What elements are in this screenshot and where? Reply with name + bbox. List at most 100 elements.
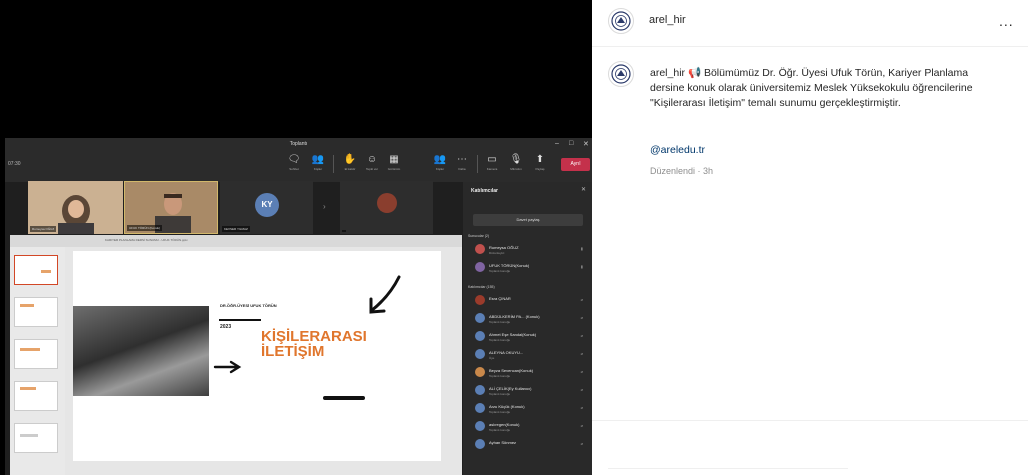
participant-row[interactable]: Beyza Sevencan(Konuk) Toplantı konuğu ⌀ [475,367,585,381]
toolbar-chat-button[interactable]: 🗨 Sohbet [287,154,301,171]
invite-button[interactable]: Davet paylaş [473,214,583,226]
toolbar-divider [477,155,478,173]
file-name: KARIYER PLANLAMA DERSİ SUNUMU - UFUK TÖR… [105,238,188,242]
slide-dash [323,396,365,400]
section-divider [592,420,1028,421]
minimize-button[interactable]: – [555,140,559,147]
chat-icon: 🗨 [287,154,301,165]
toolbar-camera-button[interactable]: ▭ Kamera [485,154,499,171]
participant-row[interactable]: Rumeysa OĞUZ Düzenleyici ▮ [475,244,585,258]
slide-title-line1: KİŞİLERARASI [261,328,367,345]
avatar[interactable] [608,61,634,87]
people-icon: 👥 [311,154,325,165]
teams-toolbar: Toplantı 07:30 – □ ✕ 🗨 Sohbet 👥 Kişiler ✋ E… [5,138,592,182]
mic-off-icon: ⌀ [580,297,583,302]
mention-link[interactable]: @areledu.tr [650,144,705,156]
mic-icon: 🎙 [509,154,523,165]
avatar [475,295,485,305]
slide-title: KİŞİLERARASI İLETİŞİM [261,329,367,359]
video-tile[interactable]: Rumeysa OĞUZ [28,181,123,234]
mic-off-icon: ⌀ [580,333,583,338]
section-header[interactable]: Sunucular (2) [468,234,489,238]
participant-row[interactable]: aslıregen(Konuk) Toplantı konuğu ⌀ [475,421,585,435]
participant-row[interactable]: ABDÜLKERİM PA... (Konuk) Toplantı konuğu… [475,313,585,327]
maximize-button[interactable]: □ [569,140,573,147]
slide-title-line2: İLETİŞİM [261,343,325,360]
more-options-icon[interactable]: ... [999,13,1014,29]
post-caption: arel_hir 📢 Bölümümüz Dr. Öğr. Üyesi Ufuk… [592,56,1028,186]
participant-row[interactable]: Ayhan Sönmez ⌀ [475,439,585,453]
slide-thumbnail[interactable] [14,255,58,285]
raise-hand-icon: ✋ [343,154,357,165]
panel-title: Katılımcılar [471,188,498,194]
university-logo-icon [611,64,631,84]
current-slide: DR.ÖĞR.ÜYESİ UFUK TÖRÜN 2023 KİŞİLERARAS… [73,251,441,461]
powerpoint-titlebar: KARIYER PLANLAMA DERSİ SUNUMU - UFUK TÖR… [10,235,462,247]
video-tile[interactable]: UFUK TÖRÜN (Konuk) [124,181,218,234]
toolbar-share-button[interactable]: ⬆ Paylaş [533,154,547,171]
close-window-button[interactable]: ✕ [583,140,589,148]
university-logo-icon [611,11,631,31]
tile-name: UFUK TÖRÜN (Konuk) [127,225,162,231]
participant-row[interactable]: UFUK TÖRÜN(Konuk) Toplantı konuğu ▮ [475,262,585,276]
avatar [475,331,485,341]
tile-name: Rumeysa OĞUZ [30,226,57,232]
avatar: KY [255,193,279,217]
megaphone-icon: 📢 [687,67,702,79]
edited-timestamp: Düzenlendi · 3h [650,166,714,176]
video-tile[interactable] [340,181,433,234]
slide-thumbnail[interactable] [14,339,58,369]
mic-off-icon: ⌀ [580,423,583,428]
meeting-timer: 07:30 [8,161,21,167]
post-username[interactable]: arel_hir [649,14,686,26]
avatar [475,367,485,377]
section-header[interactable]: Katılımcılar (155) [468,285,495,289]
leave-button[interactable]: Ayrıl [561,158,590,171]
post-header: arel_hir ... [592,0,1028,47]
toolbar-people-button[interactable]: 👥 Kişiler [311,154,325,171]
close-icon[interactable]: ✕ [581,186,586,193]
toolbar-mic-button[interactable]: 🎙 Mikrofon [509,154,523,171]
people-panel-icon: 👥 [433,154,447,165]
tile-name: KEVSER YILMAZ [222,226,250,232]
slide-photo [73,306,209,396]
tile-name [342,230,346,232]
slide-thumbnail[interactable] [14,297,58,327]
more-icon: ⋯ [457,154,467,165]
slide-author: DR.ÖĞR.ÜYESİ UFUK TÖRÜN [220,303,277,308]
avatar [475,421,485,431]
post-media: Toplantı 07:30 – □ ✕ 🗨 Sohbet 👥 Kişiler ✋ E… [0,0,592,475]
participant-row[interactable]: Esra ÇINAR ⌀ [475,295,585,309]
video-tile[interactable]: KY KEVSER YILMAZ [220,181,313,234]
avatar [475,439,485,449]
slide-year: 2023 [220,324,232,330]
chevron-right-icon[interactable]: › [323,202,326,211]
mic-off-icon: ⌀ [580,351,583,356]
mic-off-icon: ⌀ [580,387,583,392]
toolbar-react-button[interactable]: ☺ Tepki ver [365,154,379,171]
avatar [377,193,397,213]
mic-icon: ▮ [580,264,583,269]
participant-row[interactable]: Arzu Küçük (Konuk) Toplantı konuğu ⌀ [475,403,585,417]
participant-row[interactable]: ALİ ÇELİK(Ey Kullanıcı) Toplantı konuğu … [475,385,585,399]
participant-row[interactable]: Ahmet Eşe Sandal(Konuk) Toplantı konuğu … [475,331,585,345]
caption-username[interactable]: arel_hir [650,67,685,79]
arrow-down-left-icon [369,275,401,314]
avatar [475,403,485,413]
participants-panel: Katılımcılar ✕ Davet paylaş Sunucular (2… [463,182,592,475]
avatar [475,262,485,272]
avatar [475,349,485,359]
toolbar-people-panel-button[interactable]: 👥 Kişiler [433,154,447,171]
toolbar-raise-hand-button[interactable]: ✋ El kaldır [343,154,357,171]
arrow-right-icon [213,360,242,374]
avatar [475,313,485,323]
mic-off-icon: ⌀ [580,315,583,320]
avatar[interactable] [608,8,634,34]
slide-thumbnail[interactable] [14,423,58,453]
slide-thumbnail[interactable] [14,381,58,411]
mic-off-icon: ⌀ [580,441,583,446]
toolbar-more-button[interactable]: ⋯ Daha [455,154,469,171]
toolbar-divider [333,155,334,173]
toolbar-view-button[interactable]: ▦ Görünüm [387,154,401,171]
participant-row[interactable]: ALEYNA OKUYU... Üye ⌀ [475,349,585,363]
